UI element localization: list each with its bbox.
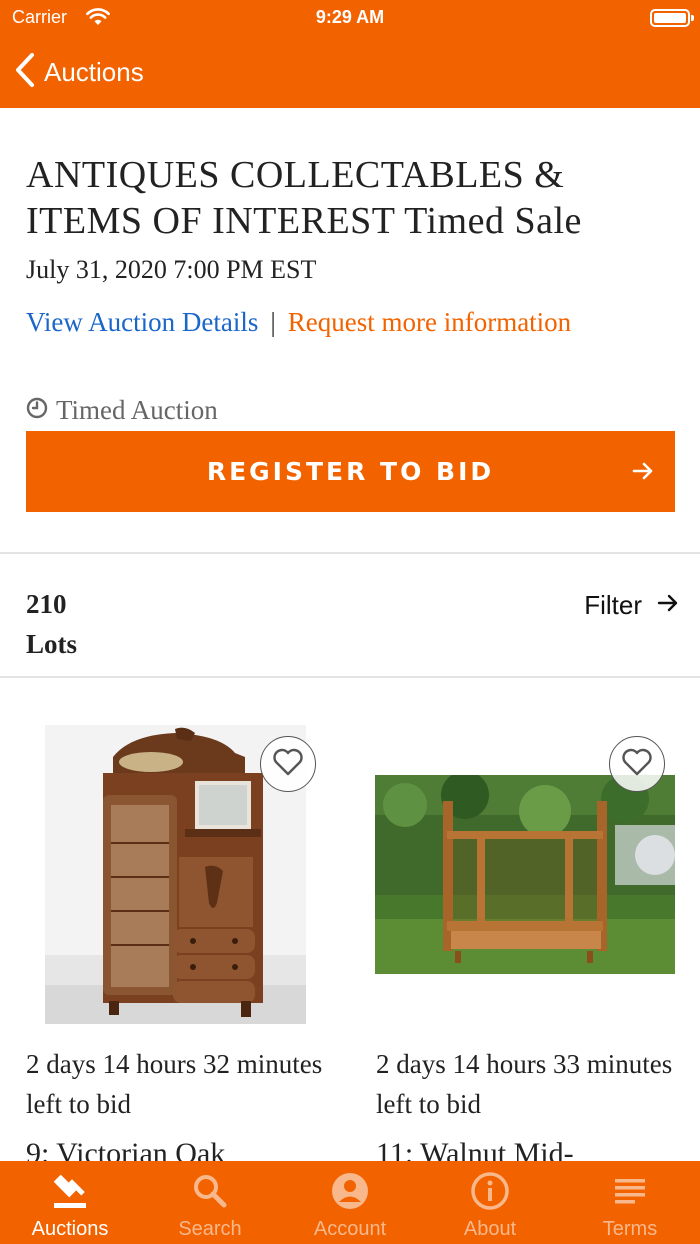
heart-icon bbox=[272, 748, 304, 781]
lot-image-bookshelf[interactable] bbox=[375, 775, 675, 974]
back-label: Auctions bbox=[44, 56, 144, 87]
request-more-information-link[interactable]: Request more information bbox=[288, 307, 571, 337]
tab-search[interactable]: Search bbox=[140, 1161, 280, 1244]
link-separator: | bbox=[270, 307, 276, 337]
tab-about[interactable]: About bbox=[420, 1161, 560, 1244]
register-to-bid-label: REGISTER TO BID bbox=[206, 457, 495, 486]
favorite-button[interactable] bbox=[260, 736, 316, 792]
tab-label: About bbox=[463, 1218, 517, 1240]
auction-type-label: Timed Auction bbox=[56, 394, 218, 425]
arrow-right-icon bbox=[656, 591, 680, 620]
tab-label: Terms bbox=[602, 1218, 658, 1240]
view-auction-details-link[interactable]: View Auction Details bbox=[26, 307, 258, 337]
heart-icon bbox=[621, 748, 653, 781]
tab-account[interactable]: Account bbox=[280, 1161, 420, 1244]
auction-date: July 31, 2020 7:00 PM EST bbox=[26, 255, 317, 284]
auction-links: View Auction Details | Request more inform… bbox=[26, 302, 626, 342]
filter-label: Filter bbox=[584, 590, 642, 620]
clock-icon bbox=[26, 395, 56, 426]
gavel-icon bbox=[50, 1171, 90, 1211]
register-to-bid-button[interactable]: REGISTER TO BID bbox=[26, 431, 675, 512]
account-icon bbox=[330, 1171, 370, 1211]
chevron-left-icon bbox=[14, 52, 36, 93]
auction-title: ANTIQUES COLLECTABLES & ITEMS OF INTERES… bbox=[26, 154, 582, 242]
tab-auctions[interactable]: Auctions bbox=[0, 1161, 140, 1244]
navigation-bar: Auctions bbox=[0, 36, 700, 108]
lots-count-label: Lots bbox=[26, 629, 78, 659]
filter-button[interactable]: Filter bbox=[584, 590, 680, 621]
tab-label: Account bbox=[313, 1218, 387, 1240]
status-bar: Carrier 9:29 AM bbox=[0, 0, 700, 36]
tab-label: Search bbox=[178, 1218, 242, 1240]
favorite-button[interactable] bbox=[609, 736, 665, 792]
lot-time-left: 2 days 14 hours 32 minutes left to bid bbox=[26, 1049, 323, 1119]
lots-count-number: 210 bbox=[26, 589, 67, 619]
terms-icon bbox=[610, 1171, 650, 1211]
section-divider bbox=[0, 676, 700, 678]
arrow-right-icon bbox=[631, 459, 655, 488]
search-icon bbox=[190, 1171, 230, 1211]
tab-terms[interactable]: Terms bbox=[560, 1161, 700, 1244]
battery-icon bbox=[650, 9, 694, 27]
back-button[interactable]: Auctions bbox=[14, 52, 144, 92]
section-divider bbox=[0, 552, 700, 554]
status-time: 9:29 AM bbox=[315, 7, 385, 27]
lots-count: 210 Lots bbox=[26, 584, 77, 664]
info-icon bbox=[470, 1171, 510, 1211]
auction-type: Timed Auction bbox=[26, 392, 218, 428]
tab-label: Auctions bbox=[31, 1218, 109, 1240]
tab-bar: Auctions Search Account About Terms bbox=[0, 1161, 700, 1244]
lot-time-left: 2 days 14 hours 33 minutes left to bid bbox=[376, 1049, 673, 1119]
